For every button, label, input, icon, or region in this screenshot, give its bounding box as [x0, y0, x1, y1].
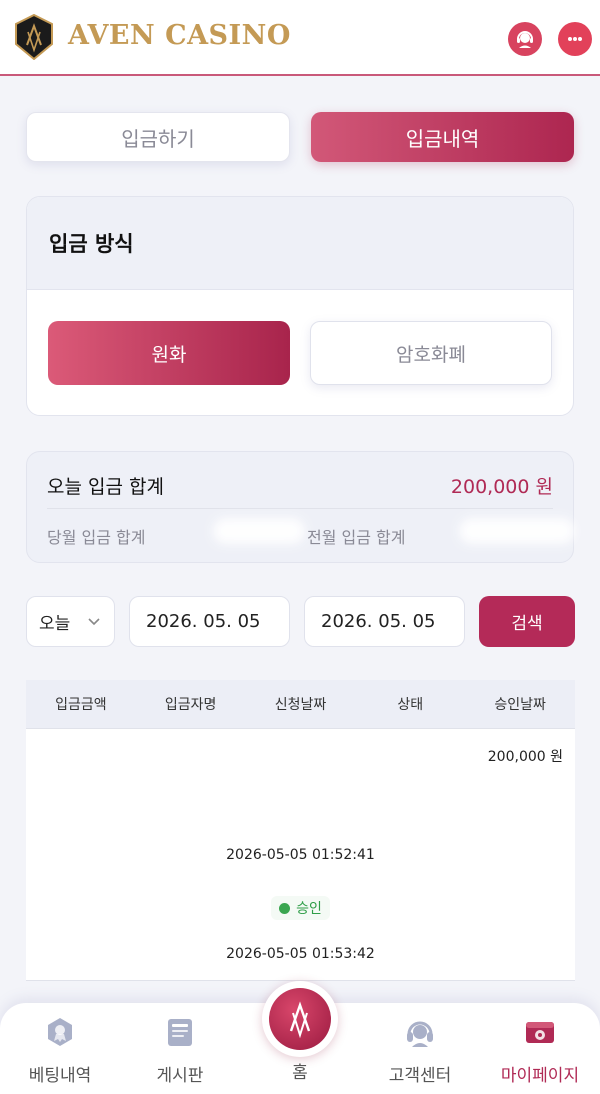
row-request-date: 2026-05-05 01:52:41: [226, 847, 375, 863]
end-date-field[interactable]: 2026. 05. 05: [304, 596, 465, 647]
betting-history-icon: [48, 1018, 72, 1046]
home-button[interactable]: [262, 981, 338, 1057]
nav-label-home: 홈: [292, 1063, 308, 1083]
row-approval-date: 2026-05-05 01:53:42: [226, 946, 375, 962]
chat-button[interactable]: [558, 22, 592, 56]
column-header-approval-date: 승인날짜: [494, 697, 546, 713]
column-header-depositor: 입금자명: [164, 697, 217, 713]
summary-divider: [47, 508, 553, 509]
table-row: 200,000 원 2026-05-05 01:52:41 승인 2026-05…: [26, 729, 575, 981]
month-total-label: 당월 입금 합계: [47, 528, 146, 547]
chevron-down-icon: [88, 618, 100, 626]
column-header-status: 상태: [397, 697, 424, 713]
column-header-request-date: 신청날짜: [274, 697, 327, 713]
nav-item-support[interactable]: 고객센터: [365, 1015, 475, 1091]
nav-item-betting-history[interactable]: 베팅내역: [5, 1015, 115, 1091]
home-logo-icon: [289, 1001, 311, 1039]
brand-name: AVEN CASINO: [68, 20, 291, 51]
nav-label-board: 게시판: [156, 1066, 204, 1086]
support-button[interactable]: [508, 22, 542, 56]
nav-label-betting-history: 베팅내역: [28, 1066, 92, 1086]
prev-month-total-label: 전월 입금 합계: [307, 528, 406, 547]
search-button[interactable]: 검색: [479, 596, 575, 647]
nav-label-mypage: 마이페이지: [500, 1066, 580, 1086]
period-select-value: 오늘: [39, 614, 71, 634]
start-date-field[interactable]: 2026. 05. 05: [129, 596, 290, 647]
deposit-method-title: 입금 방식: [27, 197, 573, 290]
row-status: 승인: [26, 896, 575, 920]
today-total-label: 오늘 입금 합계: [47, 476, 164, 498]
tab-deposit-history[interactable]: 입금내역: [311, 112, 574, 162]
mypage-icon: [526, 1022, 554, 1043]
status-badge: 승인: [271, 896, 330, 920]
row-amount: 200,000 원: [487, 749, 563, 765]
aven-logo-icon[interactable]: [14, 14, 54, 60]
deposit-method-card: 입금 방식 원화 암호화폐: [26, 196, 574, 416]
redacted-prev-month-value: [459, 518, 575, 544]
deposit-summary-card: 오늘 입금 합계 200,000 원 당월 입금 합계 전월 입금 합계: [26, 451, 575, 563]
support-agent-icon: [517, 31, 533, 48]
headset-icon: [407, 1021, 433, 1047]
app-header: AVEN CASINO: [0, 0, 600, 76]
nav-item-board[interactable]: 게시판: [125, 1015, 235, 1091]
redacted-month-value: [213, 518, 305, 544]
method-crypto-button[interactable]: 암호화폐: [310, 321, 552, 385]
redacted-depositor-name: [258, 771, 390, 801]
history-table-header: 입금금액 입금자명 신청날짜 상태 승인날짜: [26, 680, 575, 729]
nav-item-mypage[interactable]: 마이페이지: [485, 1015, 595, 1091]
nav-label-support: 고객센터: [388, 1066, 452, 1086]
method-krw-button[interactable]: 원화: [48, 321, 290, 385]
today-total-value: 200,000 원: [450, 476, 553, 498]
period-select[interactable]: 오늘: [26, 596, 115, 647]
column-header-amount: 입금금액: [55, 697, 107, 713]
board-icon: [168, 1019, 192, 1046]
chat-bubble-icon: [568, 37, 582, 41]
tab-deposit[interactable]: 입금하기: [26, 112, 290, 162]
status-dot-icon: [279, 902, 291, 914]
status-text: 승인: [296, 901, 322, 917]
